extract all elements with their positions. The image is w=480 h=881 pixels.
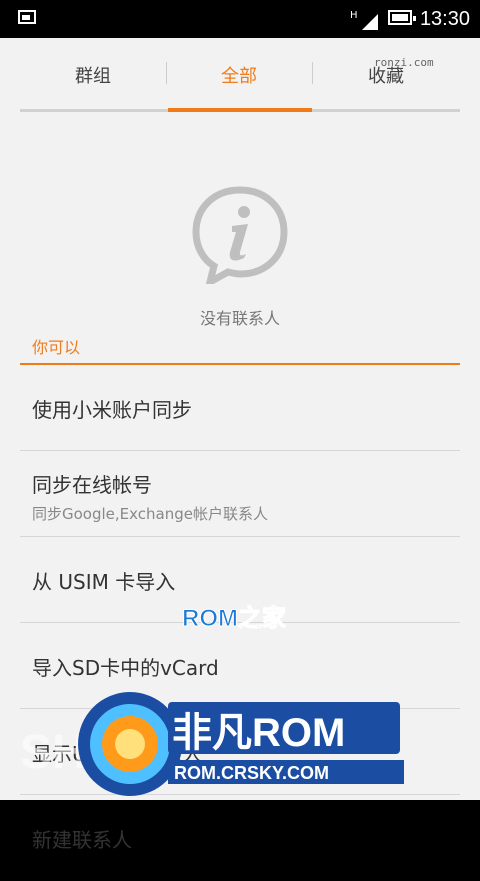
gallery-notification-icon: [18, 10, 36, 24]
rom-home-logo-text: ROM之家: [182, 604, 286, 632]
empty-state-message: 没有联系人: [199, 309, 280, 328]
list-item-title: 同步在线帐号: [32, 473, 152, 497]
list-item-sync-online-account[interactable]: 同步在线帐号 同步Google,Exchange帐户联系人: [20, 451, 460, 537]
network-type-label: H: [350, 10, 358, 21]
list-item-title: 新建联系人: [32, 828, 132, 852]
watermark-text: ronzi.com: [374, 56, 434, 69]
tab-bar: 群组 全部 收藏 ronzi.com: [20, 38, 460, 112]
brand-name: 非凡ROM: [172, 711, 345, 755]
tab-groups[interactable]: 群组: [20, 38, 166, 112]
rom-home-logo: ROM之家: [182, 604, 287, 633]
signal-strength-icon: H: [350, 10, 378, 30]
list-item-title: 从 USIM 卡导入: [32, 570, 176, 594]
info-icon: [192, 186, 288, 284]
active-tab-indicator: [168, 108, 312, 112]
list-item-title: 使用小米账户同步: [32, 398, 192, 422]
list-item-subtitle: 同步Google,Exchange帐户联系人: [32, 505, 268, 523]
clock: 13:30: [419, 8, 470, 30]
brand-url: ROM.CRSKY.COM: [174, 763, 329, 783]
tab-favorites[interactable]: 收藏: [312, 38, 460, 112]
tab-all[interactable]: 全部: [166, 38, 312, 112]
battery-icon: [388, 10, 416, 25]
brand-watermark-logo: SHOW 非凡ROM ROM.CRSKY.COM: [20, 692, 404, 796]
section-header: 你可以: [32, 338, 81, 357]
list-item-mi-account-sync[interactable]: 使用小米账户同步: [20, 365, 460, 451]
status-bar: H 13:30: [0, 0, 480, 38]
list-item-new-contact[interactable]: 新建联系人: [20, 795, 460, 881]
